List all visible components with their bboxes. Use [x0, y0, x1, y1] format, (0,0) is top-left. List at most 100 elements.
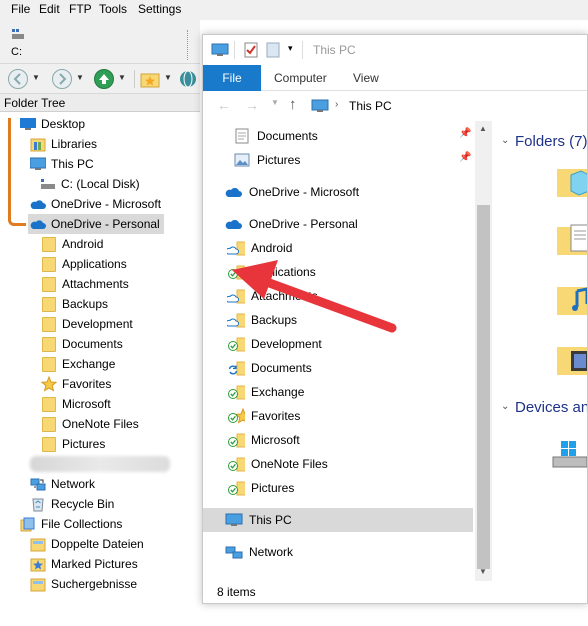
folder-icon: [41, 356, 57, 372]
tree-item-exchange[interactable]: Exchange: [41, 354, 115, 374]
tree-item-backups[interactable]: Backups: [41, 294, 108, 314]
folder-3d-objects-icon[interactable]: [557, 161, 588, 201]
nav-item-label: OneDrive - Personal: [249, 217, 358, 231]
tree-item-label: Desktop: [41, 117, 86, 131]
nav-item-pictures-pinned[interactable]: Pictures: [233, 148, 300, 172]
tree-item-c-drive[interactable]: C: (Local Disk): [40, 174, 140, 194]
tree-item-label: Favorites: [62, 377, 112, 391]
tree-item-file-collections[interactable]: File Collections: [20, 514, 122, 534]
recent-locations-icon[interactable]: ▼: [271, 98, 279, 107]
nav-item-exchange[interactable]: Exchange: [227, 380, 304, 404]
drive-address-area: [0, 20, 200, 64]
breadcrumb-chevron-icon[interactable]: ›: [335, 99, 338, 110]
tree-item-onedrive-microsoft[interactable]: OneDrive - Microsoft: [30, 194, 161, 214]
libraries-icon: [30, 136, 46, 152]
nav-item-favorites[interactable]: Favorites: [227, 404, 300, 428]
up-dropdown-icon[interactable]: ▼: [118, 73, 126, 82]
section-folders[interactable]: Folders (7): [515, 133, 587, 150]
quick-access-dropdown-icon[interactable]: ▾: [288, 43, 293, 54]
folder-videos-icon[interactable]: [557, 339, 588, 379]
new-folder-icon[interactable]: [266, 41, 280, 59]
tree-item-desktop[interactable]: Desktop: [20, 114, 85, 134]
tree-item-documents[interactable]: Documents: [41, 334, 123, 354]
pin-icon[interactable]: 📌: [459, 128, 471, 139]
properties-icon[interactable]: [243, 41, 259, 59]
back-button[interactable]: [8, 69, 28, 89]
collapse-chevron-icon[interactable]: ⌄: [501, 401, 509, 412]
forward-button[interactable]: [52, 69, 72, 89]
drive-icon: [12, 29, 24, 39]
menu-tools[interactable]: Tools: [99, 2, 127, 16]
folder-music-icon[interactable]: [557, 279, 588, 319]
nav-item-documents[interactable]: Documents: [227, 356, 312, 380]
folder-documents-icon[interactable]: [557, 219, 588, 259]
collections-icon: [20, 516, 36, 532]
tree-item-applications[interactable]: Applications: [41, 254, 127, 274]
tree-item-this-pc[interactable]: This PC: [30, 154, 94, 174]
folder-synced-status-icon: [227, 456, 245, 472]
local-disk-icon[interactable]: [551, 439, 588, 475]
tree-item-microsoft[interactable]: Microsoft: [41, 394, 111, 414]
scroll-up-icon[interactable]: ▲: [479, 124, 487, 133]
tab-view[interactable]: View: [353, 71, 379, 85]
favorites-dropdown-icon[interactable]: ▼: [164, 73, 172, 82]
nav-item-network[interactable]: Network: [225, 540, 293, 564]
tree-item-android[interactable]: Android: [41, 234, 103, 254]
back-arrow-icon[interactable]: ←: [217, 97, 231, 113]
collapse-chevron-icon[interactable]: ⌄: [501, 135, 509, 146]
nav-item-onedrive-microsoft[interactable]: OneDrive - Microsoft: [225, 180, 359, 204]
folder-icon: [41, 236, 57, 252]
nav-item-pictures[interactable]: Pictures: [227, 476, 294, 500]
tree-item-attachments[interactable]: Attachments: [41, 274, 129, 294]
collection-folder-icon: [30, 576, 46, 592]
tree-item-recycle-bin[interactable]: Recycle Bin: [30, 494, 114, 514]
pin-icon[interactable]: 📌: [459, 152, 471, 163]
nav-item-this-pc[interactable]: This PC: [203, 508, 473, 532]
collection-folder-icon: [30, 536, 46, 552]
tree-item-pictures[interactable]: Pictures: [41, 434, 105, 454]
tab-file[interactable]: File: [203, 65, 261, 91]
globe-icon[interactable]: [178, 69, 198, 89]
nav-item-documents-pinned[interactable]: Documents: [233, 124, 318, 148]
forward-arrow-icon[interactable]: →: [245, 97, 259, 113]
network-icon: [30, 476, 46, 492]
pictures-icon: [233, 152, 251, 168]
back-dropdown-icon[interactable]: ▼: [32, 73, 40, 82]
tree-item-network[interactable]: Network: [30, 474, 95, 494]
up-button[interactable]: [94, 69, 114, 89]
forward-dropdown-icon[interactable]: ▼: [76, 73, 84, 82]
tree-item-libraries[interactable]: Libraries: [30, 134, 97, 154]
nav-item-onenote-files[interactable]: OneNote Files: [227, 452, 328, 476]
drive-path: C:: [11, 46, 22, 58]
tree-item-label: Microsoft: [62, 397, 111, 411]
menu-file[interactable]: File: [11, 2, 30, 16]
tab-computer[interactable]: Computer: [274, 71, 327, 85]
up-arrow-icon[interactable]: ↑: [289, 96, 297, 113]
menu-bar: File Edit FTP Tools Settings: [0, 0, 588, 20]
favorite-folder-icon[interactable]: [140, 70, 160, 88]
tree-item-label: Applications: [62, 257, 127, 271]
tree-item-development[interactable]: Development: [41, 314, 133, 334]
menu-ftp[interactable]: FTP: [69, 2, 92, 16]
tree-item-doppelte-dateien[interactable]: Doppelte Dateien: [30, 534, 144, 554]
star-synced-status-icon: [227, 408, 245, 424]
scrollbar-thumb[interactable]: [477, 205, 490, 569]
menu-settings[interactable]: Settings: [138, 2, 181, 16]
tree-item-label: OneNote Files: [62, 417, 139, 431]
arrow-up-icon: [99, 74, 109, 84]
breadcrumb-this-pc[interactable]: This PC: [349, 99, 392, 113]
nav-item-microsoft[interactable]: Microsoft: [227, 428, 300, 452]
tree-item-marked-pictures[interactable]: Marked Pictures: [30, 554, 138, 574]
redacted-item: [30, 456, 170, 472]
nav-item-label: OneDrive - Microsoft: [249, 185, 360, 199]
menu-edit[interactable]: Edit: [39, 2, 60, 16]
tree-item-suchergebnisse[interactable]: Suchergebnisse: [30, 574, 137, 594]
folder-synced-status-icon: [227, 480, 245, 496]
section-devices[interactable]: Devices and: [515, 399, 587, 416]
tree-item-onedrive-personal[interactable]: OneDrive - Personal: [28, 214, 164, 234]
tree-item-favorites[interactable]: Favorites: [41, 374, 111, 394]
cloud-icon: [225, 184, 243, 200]
nav-item-onedrive-personal[interactable]: OneDrive - Personal: [225, 212, 358, 236]
tree-item-onenote-files[interactable]: OneNote Files: [41, 414, 139, 434]
documents-icon: [233, 128, 251, 144]
